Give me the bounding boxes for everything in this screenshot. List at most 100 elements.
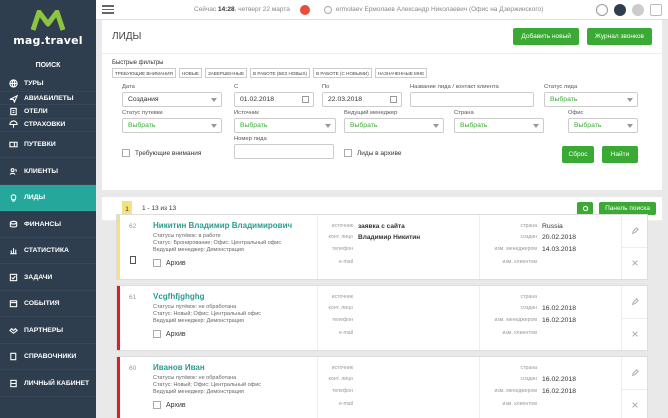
sidebar-item-9[interactable]: СТАТИСТИКА: [0, 238, 96, 265]
sidebar-item-4[interactable]: СТРАХОВКИ: [0, 119, 96, 132]
edit-icon[interactable]: [622, 215, 647, 247]
country-value: Russia: [542, 223, 563, 230]
lead-name[interactable]: Никитин Владимир Владимирович: [153, 221, 292, 230]
logo-mark-icon: [31, 9, 65, 31]
tasks-icon: [8, 272, 18, 282]
date-from-input[interactable]: 01.02.2018: [234, 92, 314, 107]
office-select[interactable]: Выбрать: [568, 118, 638, 133]
add-new-button[interactable]: Добавить новый: [513, 28, 579, 45]
document-icon[interactable]: [130, 256, 136, 264]
manager-select[interactable]: Выбрать: [344, 118, 444, 133]
lead-dates: страна создан 16.02.2018 изм. менеджером 16.…: [479, 286, 619, 350]
close-icon[interactable]: [622, 317, 647, 351]
checkbox[interactable]: [153, 259, 161, 267]
sidebar-item-14[interactable]: ЛИЧНЫЙ КАБИНЕТ: [0, 370, 96, 397]
logo[interactable]: mag.travel: [0, 0, 96, 56]
globe-icon: [8, 79, 18, 89]
logout-icon[interactable]: [650, 4, 662, 16]
created-key: создан: [520, 234, 537, 240]
date-to-input[interactable]: 22.03.2018: [322, 92, 402, 107]
lead-name-input[interactable]: [410, 92, 534, 107]
attention-label: Требующие внимания: [135, 149, 202, 157]
sidebar-search[interactable]: ПОИСК: [0, 62, 96, 76]
notifications-icon[interactable]: [299, 4, 310, 15]
sidebar-item-2[interactable]: АВИАБИЛЕТЫ: [0, 92, 96, 106]
lead-name[interactable]: Vcgfhfjghghg: [153, 292, 205, 301]
checkbox[interactable]: [153, 401, 161, 409]
archive-checkbox[interactable]: Архив: [153, 401, 186, 409]
date-to-value: 22.03.2018: [328, 96, 363, 103]
lead-status-select[interactable]: Выбрать: [544, 92, 638, 107]
quick-filter-1[interactable]: ТРЕБУЮЩИЕ ВНИМАНИЯ: [112, 68, 176, 78]
lead-number-input[interactable]: [234, 144, 334, 159]
archive-checkbox[interactable]: Архив: [153, 330, 186, 338]
lead-card[interactable]: 60 Иванов Иван Статусы путёвок: не обработ…: [116, 356, 648, 418]
sidebar-item-13[interactable]: СПРАВОЧНИКИ: [0, 344, 96, 371]
quick-filter-2[interactable]: НОВЫЕ: [178, 68, 202, 78]
lead-card[interactable]: 62 Никитин Владимир Владимирович Статусы п…: [116, 214, 648, 280]
close-icon[interactable]: [622, 246, 647, 280]
call-journal-button[interactable]: Журнал звонков: [586, 28, 652, 45]
sidebar-item-6[interactable]: КЛИЕНТЫ: [0, 158, 96, 185]
date-type-select[interactable]: Создания: [122, 92, 222, 107]
checkbox[interactable]: [122, 149, 130, 157]
changed-client-key: изм. клиентом: [502, 401, 538, 407]
sidebar-item-11[interactable]: СОБЫТИЯ: [0, 291, 96, 318]
find-button[interactable]: Найти: [602, 146, 638, 163]
sidebar-item-7[interactable]: ЛИДЫ: [0, 184, 96, 212]
lead-number: 61: [129, 294, 137, 301]
current-user[interactable]: ermolaev Ермолаев Александр Николаевич (…: [336, 6, 543, 13]
book-icon: [8, 352, 18, 362]
date-type-value: Создания: [128, 96, 159, 103]
checkbox[interactable]: [153, 330, 161, 338]
reset-button[interactable]: Сброс: [562, 146, 594, 163]
quick-filter-3[interactable]: ЗАВЕРШЕННЫЕ: [204, 68, 248, 78]
current-time: 14:28: [218, 6, 235, 13]
country-key: страна: [520, 365, 538, 371]
phone-icon[interactable]: [632, 4, 644, 16]
sidebar-item-5[interactable]: ПУТЕВКИ: [0, 132, 96, 159]
date-label: Дата: [122, 84, 135, 90]
quick-filter-5[interactable]: В РАБОТЕ (С НОВЫМИ): [313, 68, 372, 78]
date-from-value: 01.02.2018: [240, 96, 275, 103]
sidebar-item-8[interactable]: ФИНАНСЫ: [0, 211, 96, 238]
source-select[interactable]: Выбрать: [234, 118, 336, 133]
edit-icon[interactable]: [622, 357, 647, 389]
edit-icon[interactable]: [622, 286, 647, 318]
attention-checkbox[interactable]: Требующие внимания: [122, 149, 201, 157]
lead-name[interactable]: Иванов Иван: [153, 363, 205, 372]
quick-filter-4[interactable]: В РАБОТЕ (БЕЗ НОВЫХ): [250, 68, 311, 78]
archive-checkbox[interactable]: Архив: [153, 259, 186, 267]
contact-value: Владимир Никитин: [358, 234, 421, 241]
manager-value: Выбрать: [350, 122, 378, 129]
sidebar-item-label: СТАТИСТИКА: [24, 247, 69, 255]
lead-name-label: Название лида / контакт клиента: [410, 84, 499, 90]
quick-filter-6[interactable]: НАЗНАЧЕННЫЕ МНЕ: [374, 68, 428, 78]
user-icon: [323, 5, 332, 14]
changed-client-key: изм. клиентом: [502, 259, 538, 265]
results-count: 1 - 13 из 13: [142, 205, 177, 212]
sidebar-item-3[interactable]: ОТЕЛИ: [0, 105, 96, 119]
lead-card[interactable]: 61 Vcgfhfjghghg Статусы путёвок: не обрабо…: [116, 285, 648, 351]
contact-key: конт. лицо: [328, 305, 353, 311]
lead-number-label: Номер лида: [234, 136, 267, 142]
sidebar-item-12[interactable]: ПАРТНЕРЫ: [0, 317, 96, 344]
country-select[interactable]: Выбрать: [454, 118, 544, 133]
sidebar-item-1[interactable]: ТУРЫ: [0, 76, 96, 92]
sidebar-item-10[interactable]: ЗАДАЧИ: [0, 264, 96, 291]
email-key: e-mail: [338, 401, 353, 407]
close-icon[interactable]: [622, 388, 647, 418]
archive-filter-checkbox[interactable]: Лиды в архиве: [344, 149, 401, 157]
calendar-icon[interactable]: [390, 96, 397, 103]
settings-icon[interactable]: [596, 4, 608, 16]
office-value: Выбрать: [574, 122, 602, 129]
checkbox[interactable]: [344, 149, 352, 157]
sidebar-item-label: ТУРЫ: [24, 80, 44, 87]
trip-status-select[interactable]: Выбрать: [122, 118, 222, 133]
info-icon[interactable]: [614, 4, 626, 16]
sidebar-item-label: ЛИЧНЫЙ КАБИНЕТ: [24, 379, 90, 387]
calendar-icon[interactable]: [302, 96, 309, 103]
menu-icon[interactable]: [102, 5, 114, 14]
status-stripe: [117, 286, 120, 350]
lightbulb-icon: [8, 193, 18, 203]
